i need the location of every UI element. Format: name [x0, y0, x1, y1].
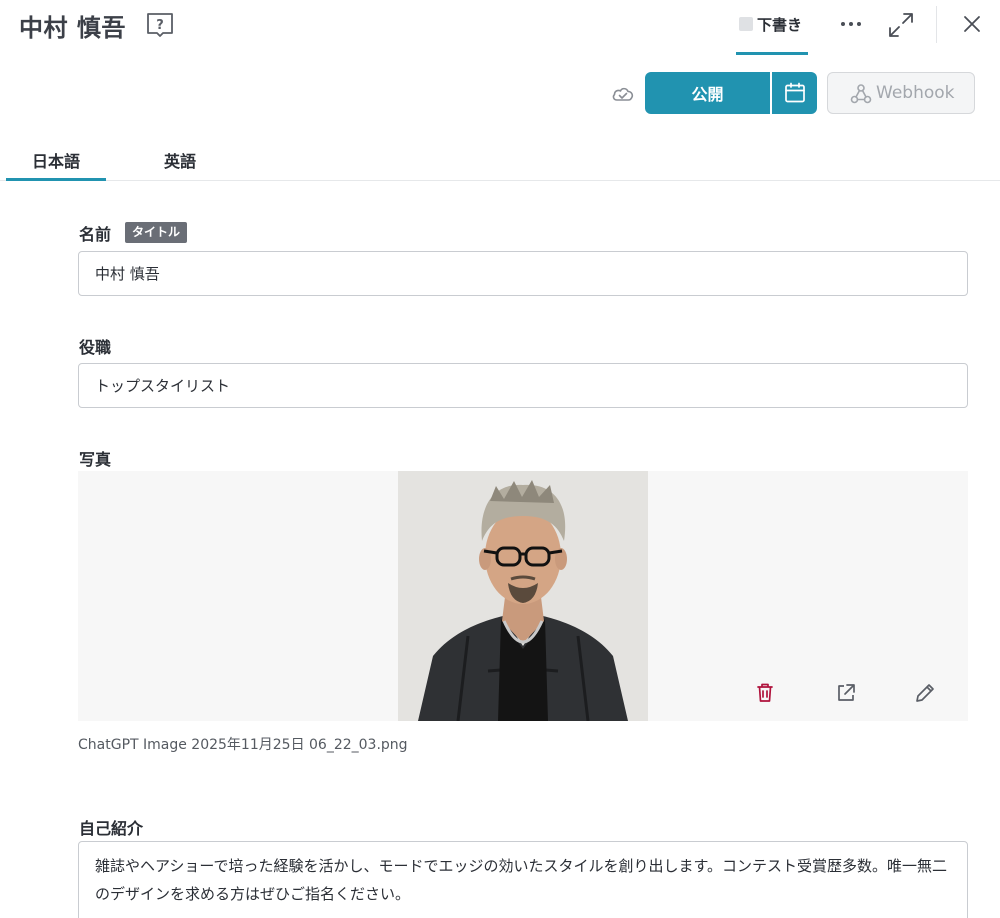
trash-icon — [757, 683, 773, 702]
tab-japanese[interactable]: 日本語 — [6, 140, 106, 181]
status-underline — [736, 52, 808, 55]
more-icon[interactable] — [838, 12, 864, 36]
help-book-icon[interactable]: ? — [145, 10, 175, 38]
photo-label: 写真 — [79, 450, 112, 469]
header-divider — [936, 6, 937, 43]
close-icon[interactable] — [960, 12, 984, 36]
position-label: 役職 — [79, 338, 112, 357]
bio-label: 自己紹介 — [79, 819, 144, 838]
profile-photo — [398, 471, 648, 721]
tab-label: 英語 — [163, 152, 196, 171]
webhook-icon — [850, 84, 872, 104]
webhook-label: Webhook — [876, 83, 955, 103]
page-title: 中村 慎吾 — [19, 14, 126, 42]
language-tabs: 日本語 英語 — [0, 140, 1000, 181]
name-label: 名前 — [79, 225, 112, 244]
calendar-icon — [785, 82, 805, 103]
bio-textarea[interactable]: 雑誌やヘアショーで培った経験を活かし、モードでエッジの効いたスタイルを創り出しま… — [78, 841, 968, 918]
status-indicator — [739, 17, 753, 31]
webhook-button[interactable]: Webhook — [827, 72, 975, 114]
external-link-icon — [838, 684, 855, 701]
expand-icon[interactable] — [886, 10, 916, 40]
position-input[interactable] — [78, 363, 968, 408]
photo-field — [78, 471, 968, 721]
publish-button[interactable]: 公開 — [645, 72, 770, 114]
status-label: 下書き — [757, 16, 803, 34]
header: 中村 慎吾 ? 下書き — [0, 0, 1000, 56]
tab-label: 日本語 — [31, 152, 80, 171]
svg-text:?: ? — [156, 18, 164, 33]
name-input[interactable] — [78, 251, 968, 296]
delete-photo-button[interactable] — [752, 680, 778, 706]
cloud-check-icon — [611, 84, 635, 104]
active-tab-underline — [6, 178, 106, 181]
status-tab-draft[interactable]: 下書き — [736, 0, 808, 56]
tab-english[interactable]: 英語 — [130, 140, 230, 180]
edit-photo-button[interactable] — [912, 680, 938, 706]
open-photo-button[interactable] — [833, 680, 859, 706]
title-badge: タイトル — [125, 222, 188, 243]
schedule-button[interactable] — [772, 72, 817, 114]
pencil-icon — [916, 684, 934, 702]
photo-filename: ChatGPT Image 2025年11月25日 06_22_03.png — [78, 737, 408, 753]
